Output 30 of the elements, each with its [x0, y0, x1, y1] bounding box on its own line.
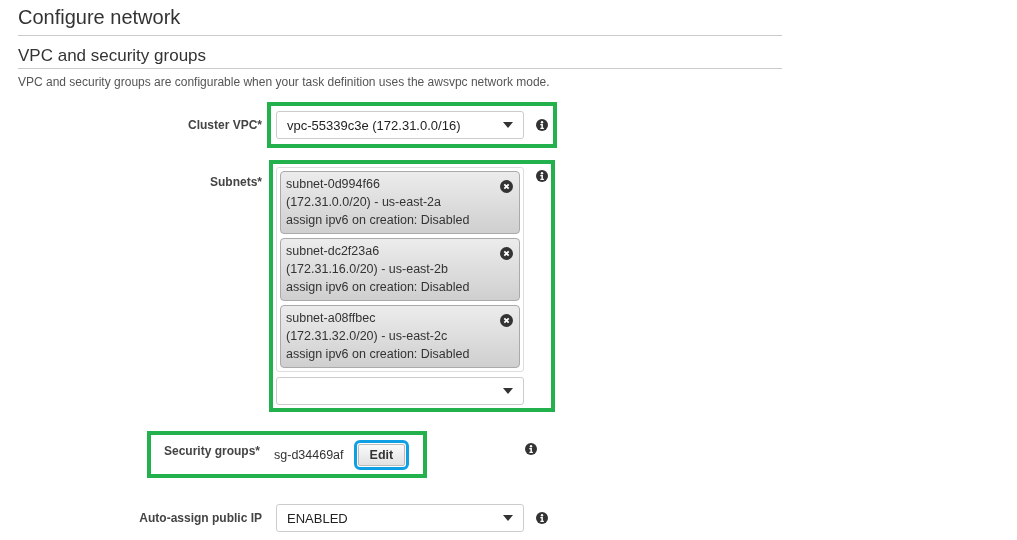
info-icon[interactable] — [536, 119, 548, 131]
security-group-id: sg-d34469af — [274, 448, 344, 462]
field-label: Security groups* — [164, 444, 261, 458]
subnet-text: subnet-0d994f66 — [286, 176, 381, 193]
remove-icon[interactable] — [500, 247, 513, 260]
subnet-text: (172.31.0.0/20) - us-east-2a — [286, 194, 442, 211]
field-label: Cluster VPC* — [186, 118, 262, 132]
field-label: Subnets* — [209, 174, 262, 189]
subnet-text: (172.31.32.0/20) - us-east-2c — [286, 328, 449, 345]
subnet-text: assign ipv6 on creation: Disabled — [286, 346, 470, 363]
select-field[interactable]: ENABLED — [276, 504, 524, 532]
subnet-text: (172.31.16.0/20) - us-east-2b — [286, 261, 449, 278]
caret-icon — [503, 388, 513, 394]
info-icon[interactable] — [525, 443, 538, 455]
info-icon[interactable] — [536, 170, 548, 182]
subnet-text: subnet-a08ffbec — [286, 310, 377, 327]
subnet-text: subnet-dc2f23a6 — [286, 243, 381, 260]
subnet-text: assign ipv6 on creation: Disabled — [286, 212, 470, 229]
select-field[interactable]: vpc-55339c3e (172.31.0.0/16) — [276, 111, 524, 139]
field-label: Auto-assign public IP — [138, 511, 262, 525]
subnet-text: assign ipv6 on creation: Disabled — [286, 279, 470, 296]
info-icon[interactable] — [536, 512, 548, 524]
select-field[interactable] — [276, 377, 524, 405]
caret-icon — [503, 515, 513, 521]
remove-icon[interactable] — [500, 180, 513, 193]
section-description: VPC and security groups are configurable when your task definition uses the awsvpc network mode. — [18, 75, 551, 89]
caret-icon — [503, 122, 513, 128]
remove-icon[interactable] — [500, 314, 513, 327]
page-title: Configure network — [18, 6, 782, 36]
section-title: VPC and security groups — [18, 46, 782, 69]
